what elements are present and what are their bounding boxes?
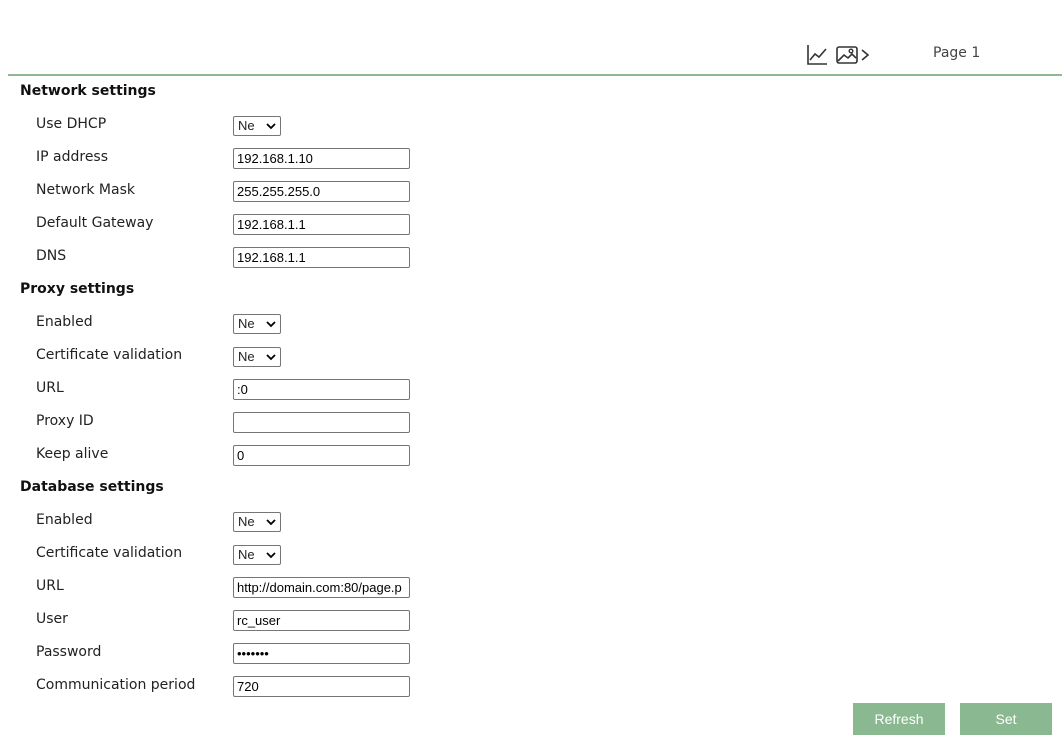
ip-address-label: IP address: [36, 149, 109, 165]
db-cert-validation-value: Ne: [238, 547, 255, 562]
db-cert-validation-label: Certificate validation: [36, 545, 183, 561]
proxy-cert-validation-label: Certificate validation: [36, 347, 183, 363]
section-title-network: Network settings: [20, 83, 156, 99]
line-chart-icon[interactable]: [806, 44, 828, 66]
default-gateway-input[interactable]: 192.168.1.1: [233, 214, 410, 235]
default-gateway-label: Default Gateway: [36, 215, 154, 231]
network-mask-label: Network Mask: [36, 182, 135, 198]
proxy-url-input[interactable]: :0: [233, 379, 410, 400]
chevron-down-icon: [266, 321, 276, 328]
db-password-input[interactable]: •••••••: [233, 643, 410, 664]
db-enabled-value: Ne: [238, 514, 255, 529]
header-divider: [8, 74, 1062, 76]
chevron-down-icon: [266, 354, 276, 361]
db-url-label: URL: [36, 578, 64, 594]
proxy-enabled-select[interactable]: Ne: [233, 314, 281, 334]
section-title-proxy: Proxy settings: [20, 281, 135, 297]
proxy-url-label: URL: [36, 380, 64, 396]
use-dhcp-select[interactable]: Ne: [233, 116, 281, 136]
network-mask-input[interactable]: 255.255.255.0: [233, 181, 410, 202]
proxy-enabled-label: Enabled: [36, 314, 93, 330]
top-bar: Page 1: [0, 0, 1062, 74]
image-forward-icon[interactable]: [836, 44, 872, 66]
db-user-label: User: [36, 611, 68, 627]
page-label: Page 1: [933, 45, 981, 61]
proxy-id-input[interactable]: [233, 412, 410, 433]
proxy-cert-validation-value: Ne: [238, 349, 255, 364]
use-dhcp-label: Use DHCP: [36, 116, 107, 132]
db-enabled-select[interactable]: Ne: [233, 512, 281, 532]
refresh-button[interactable]: Refresh: [853, 703, 945, 735]
db-user-input[interactable]: rc_user: [233, 610, 410, 631]
db-enabled-label: Enabled: [36, 512, 93, 528]
set-button[interactable]: Set: [960, 703, 1052, 735]
dns-input[interactable]: 192.168.1.1: [233, 247, 410, 268]
proxy-cert-validation-select[interactable]: Ne: [233, 347, 281, 367]
keep-alive-input[interactable]: 0: [233, 445, 410, 466]
communication-period-label: Communication period: [36, 677, 196, 693]
chevron-down-icon: [266, 123, 276, 130]
ip-address-input[interactable]: 192.168.1.10: [233, 148, 410, 169]
keep-alive-label: Keep alive: [36, 446, 109, 462]
communication-period-input[interactable]: 720: [233, 676, 410, 697]
proxy-enabled-value: Ne: [238, 316, 255, 331]
chevron-down-icon: [266, 519, 276, 526]
db-cert-validation-select[interactable]: Ne: [233, 545, 281, 565]
db-password-label: Password: [36, 644, 102, 660]
chevron-down-icon: [266, 552, 276, 559]
proxy-id-label: Proxy ID: [36, 413, 94, 429]
use-dhcp-value: Ne: [238, 118, 255, 133]
dns-label: DNS: [36, 248, 67, 264]
section-title-database: Database settings: [20, 479, 164, 495]
db-url-input[interactable]: http://domain.com:80/page.p: [233, 577, 410, 598]
